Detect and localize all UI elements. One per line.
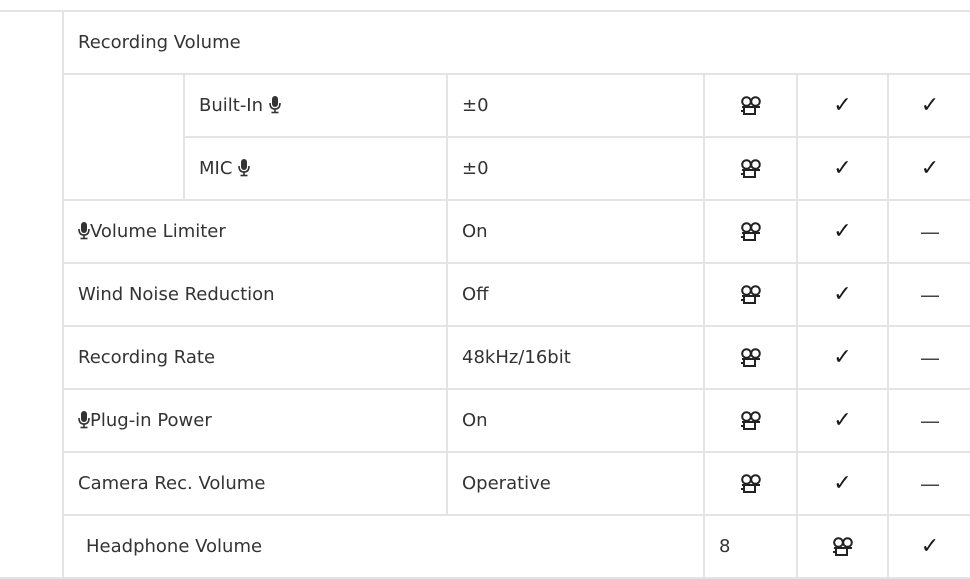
microphone-icon xyxy=(268,96,281,114)
table-row: Wind Noise Reduction Off ✓ — xyxy=(0,262,970,327)
row-label: Volume Limiter xyxy=(62,199,448,264)
movie-camera-icon xyxy=(832,537,854,557)
dash-mark: — xyxy=(886,325,970,390)
table-row: Plug-in Power On ✓ — xyxy=(0,388,970,453)
check-mark-a: ✓ xyxy=(796,199,889,264)
table-row: Volume Limiter On ✓ — xyxy=(0,199,970,264)
table-row: Recording Rate 48kHz/16bit ✓ — xyxy=(0,325,970,390)
mode-cell xyxy=(703,451,798,516)
microphone-icon xyxy=(238,159,250,177)
check-mark-a: ✓ xyxy=(796,73,889,138)
movie-camera-icon xyxy=(740,222,762,242)
row-value: ±0 xyxy=(446,136,705,201)
movie-camera-icon xyxy=(740,285,762,305)
row-label: Headphone Volume xyxy=(63,514,705,579)
check-mark-b: ✓ xyxy=(886,136,970,201)
row-label-text: Volume Limiter xyxy=(90,221,226,242)
settings-table: Recording Volume Built-In ±0 ✓ ✓ MIC ±0 … xyxy=(0,10,970,579)
dash-mark: — xyxy=(886,451,970,516)
row-label: Camera Rec. Volume xyxy=(62,451,448,516)
mode-cell xyxy=(796,514,889,579)
microphone-icon xyxy=(78,411,90,429)
row-value: 48kHz/16bit xyxy=(446,325,705,390)
mode-cell xyxy=(703,199,798,264)
mode-cell xyxy=(703,73,798,138)
indent-cell xyxy=(0,10,64,579)
row-label-text: Plug-in Power xyxy=(90,410,212,431)
row-value: On xyxy=(446,388,705,453)
check-mark-a: ✓ xyxy=(796,325,889,390)
dash-mark: — xyxy=(886,262,970,327)
row-label: Plug-in Power xyxy=(62,388,448,453)
dash-mark: — xyxy=(886,199,970,264)
mode-cell xyxy=(703,325,798,390)
check-mark-a: ✓ xyxy=(796,451,889,516)
table-row: Recording Volume xyxy=(0,10,970,579)
row-label: Wind Noise Reduction xyxy=(62,262,448,327)
dash-mark: — xyxy=(886,388,970,453)
mode-cell xyxy=(703,388,798,453)
microphone-icon xyxy=(78,222,90,240)
row-value: On xyxy=(446,199,705,264)
row-value: ±0 xyxy=(446,73,705,138)
row-label: Recording Volume xyxy=(61,10,970,75)
table-row: Built-In ±0 ✓ ✓ xyxy=(0,73,970,201)
row-value: Operative xyxy=(446,451,705,516)
row-label: Recording Rate xyxy=(62,325,448,390)
movie-camera-icon xyxy=(740,411,762,431)
mode-cell xyxy=(703,136,798,201)
row-value: Off xyxy=(446,262,705,327)
movie-camera-icon xyxy=(740,474,762,494)
row-label-text: MIC xyxy=(199,158,233,179)
check-mark-a: ✓ xyxy=(796,388,889,453)
movie-camera-icon xyxy=(740,96,762,116)
row-label-text: Built-In xyxy=(199,95,264,116)
check-mark-b: ✓ xyxy=(886,73,970,138)
indent-cell xyxy=(62,73,185,201)
row-value: 8 xyxy=(703,514,798,579)
movie-camera-icon xyxy=(740,159,762,179)
mode-cell xyxy=(703,262,798,327)
movie-camera-icon xyxy=(740,348,762,368)
row-label: Built-In xyxy=(183,73,448,138)
row-label: MIC xyxy=(183,136,448,201)
table-row: Headphone Volume 8 ✓ — xyxy=(0,514,970,579)
table-row: Camera Rec. Volume Operative ✓ — xyxy=(0,451,970,516)
check-mark-a: ✓ xyxy=(886,514,970,579)
check-mark-a: ✓ xyxy=(796,136,889,201)
check-mark-a: ✓ xyxy=(796,262,889,327)
